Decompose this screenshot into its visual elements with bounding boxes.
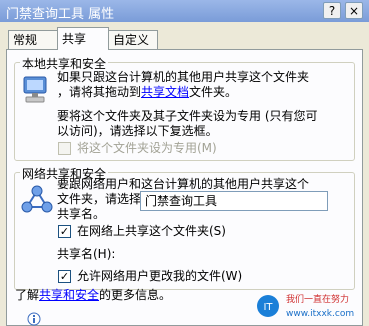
local-desc-line2: ，请将其拖动到共享文档文件夹。 — [57, 84, 237, 100]
tab-sharing-label: 共享 — [62, 32, 87, 46]
network-desc-line3: 共享名。 — [57, 207, 106, 221]
tab-general-label: 常规 — [13, 33, 38, 47]
network-desc-line1: 要跟网络用户和这台计算机的其他用户共享这个 — [57, 177, 310, 191]
share-folder-label: 在网络上共享这个文件夹(S) — [77, 224, 226, 238]
learn-more-pre: 了解 — [15, 288, 40, 302]
share-name-label: 共享名(H): — [57, 247, 116, 261]
tab-sharing[interactable]: 共享 — [57, 27, 109, 50]
private-desc-line2: 以访问)，请选择以下复选框。 — [57, 124, 218, 138]
private-desc-line1: 要将这个文件夹及其子文件夹设为专用 (只有您可 — [57, 109, 318, 123]
allow-change-label: 允许网络用户更改我的文件(W) — [77, 269, 243, 283]
help-button[interactable]: ? — [323, 2, 341, 19]
window-title: 门禁查询工具 属性 — [6, 7, 115, 22]
allow-change-check-mark: ✓ — [59, 270, 70, 283]
tab-custom[interactable]: 自定义 — [108, 30, 158, 49]
network-sharing-group: 网络共享和安全 要跟网络用户和这台计算机的其他用户共享这个 文件夹，请选择下面的… — [14, 165, 355, 290]
allow-change-checkbox[interactable]: ✓ — [58, 270, 71, 283]
share-folder-checkbox[interactable]: ✓ — [58, 225, 71, 238]
computer-icon — [23, 76, 47, 103]
make-private-label: 将这个文件夹设为专用(M) — [77, 141, 217, 155]
tab-custom-label: 自定义 — [113, 33, 150, 47]
watermark-logo: IT 我们一直在努力 www.itxxk.com — [256, 290, 362, 320]
local-sharing-group: 本地共享和安全 如果只跟这台计算机的其他用户共享这个文件夹 ，请将其拖动到共享文… — [14, 55, 355, 161]
make-private-checkbox — [58, 142, 71, 155]
title-bar: 门禁查询工具 属性 ? × — [0, 0, 369, 22]
it-logo-icon: IT — [257, 295, 279, 317]
watermark-line2: www.itxxk.com — [286, 309, 355, 319]
tab-general[interactable]: 常规 — [8, 30, 58, 49]
learn-more-post: 的更多信息。 — [99, 288, 172, 302]
svg-text:IT: IT — [263, 302, 273, 313]
close-button[interactable]: × — [345, 2, 363, 19]
share-name-input[interactable]: 门禁查询工具 — [140, 191, 328, 211]
network-icon — [21, 185, 53, 213]
share-folder-check-mark: ✓ — [59, 225, 70, 238]
local-desc-line1: 如果只跟这台计算机的其他用户共享这个文件夹 — [57, 70, 310, 84]
local-desc-line2-pre: ，请将其拖动到 — [57, 85, 142, 99]
sharing-security-link[interactable]: 共享和安全 — [39, 288, 99, 302]
sharing-panel: 本地共享和安全 如果只跟这台计算机的其他用户共享这个文件夹 ，请将其拖动到共享文… — [6, 49, 363, 326]
info-icon — [27, 312, 41, 326]
local-desc-line2-post: 文件夹。 — [189, 85, 238, 99]
learn-more-text: 了解共享和安全的更多信息。 — [15, 287, 171, 303]
shared-documents-link[interactable]: 共享文档 — [141, 85, 189, 99]
